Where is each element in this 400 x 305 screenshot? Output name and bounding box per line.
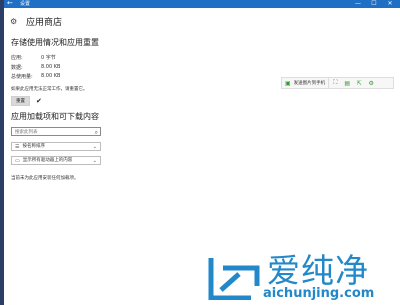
reset-row: 重置 ✔ (11, 96, 42, 106)
search-input[interactable]: 搜索此列表 ⌕ (11, 127, 101, 136)
window-controls: — ☐ ✕ (350, 0, 398, 8)
checkmark-icon: ✔ (36, 97, 42, 105)
share-icon[interactable]: ⇱ (353, 80, 365, 87)
storage-section-title: 存储使用情况和应用重置 (11, 38, 99, 47)
page-title: 应用商店 (26, 18, 63, 28)
minimize-button[interactable]: — (350, 0, 366, 8)
storage-row-label: 数据: (11, 65, 23, 71)
send-to-phone-button[interactable]: ▣ 发送图片到手机 (282, 78, 330, 88)
floating-toolbar: ▣ 发送图片到手机 ⛶ ▤ ⇱ ⚙ (281, 77, 394, 89)
window-titlebar: ← 设置 — ☐ ✕ (4, 0, 400, 8)
watermark-url: aichunjing.com (263, 286, 375, 301)
addons-section-title: 应用加载项和可下载内容 (11, 112, 99, 121)
reset-note: 如果此应用无法正常工作，请重置它。 (11, 87, 88, 92)
chevron-down-icon: ⌄ (92, 158, 97, 164)
storage-row-app: 应用: 0 字节 (11, 54, 56, 61)
storage-row-data: 数据: 8.00 KB (11, 64, 60, 71)
watermark-text: 爱纯净 (267, 251, 369, 290)
storage-row-label: 应用: (11, 55, 23, 61)
fullscreen-icon[interactable]: ⛶ (329, 79, 341, 87)
storage-row-value: 0 字节 (41, 55, 56, 61)
close-button[interactable]: ✕ (382, 0, 398, 8)
search-icon: ⌕ (94, 129, 98, 136)
filter-dropdown[interactable]: ▭ 显示所有驱动器上的内容 ⌄ (11, 156, 101, 165)
taskbar-strip (0, 0, 4, 305)
settings-icon[interactable]: ⚙ (365, 80, 377, 87)
watermark-logo-icon (208, 258, 260, 300)
addons-empty-note: 当前未为此应用安装任何加载项。 (11, 176, 79, 181)
storage-row-total: 总使用量: 8.00 KB (11, 73, 60, 80)
maximize-button[interactable]: ☐ (366, 0, 382, 8)
app-header: ⚙ 应用商店 (10, 15, 62, 28)
back-arrow-icon[interactable]: ← (7, 0, 13, 8)
sort-dropdown-label: 按名称排序 (22, 143, 45, 149)
chevron-down-icon: ⌄ (92, 144, 97, 150)
storage-row-value: 8.00 KB (41, 73, 61, 79)
search-placeholder: 搜索此列表 (15, 130, 38, 135)
window-title: 设置 (20, 1, 31, 7)
sort-icon: ☰ (15, 143, 20, 150)
watermark: 爱纯净 aichunjing.com (205, 242, 395, 302)
drive-icon: ▭ (15, 157, 20, 164)
storage-row-value: 8.00 KB (41, 64, 61, 70)
sort-dropdown[interactable]: ☰ 按名称排序 ⌄ (11, 142, 101, 151)
gear-icon: ⚙ (10, 17, 18, 26)
send-to-phone-label: 发送图片到手机 (293, 81, 326, 86)
reset-button[interactable]: 重置 (11, 96, 30, 106)
save-icon[interactable]: ▤ (341, 80, 353, 87)
filter-dropdown-label: 显示所有驱动器上的内容 (22, 157, 73, 163)
storage-row-label: 总使用量: (11, 74, 33, 80)
phone-icon: ▣ (285, 79, 291, 87)
